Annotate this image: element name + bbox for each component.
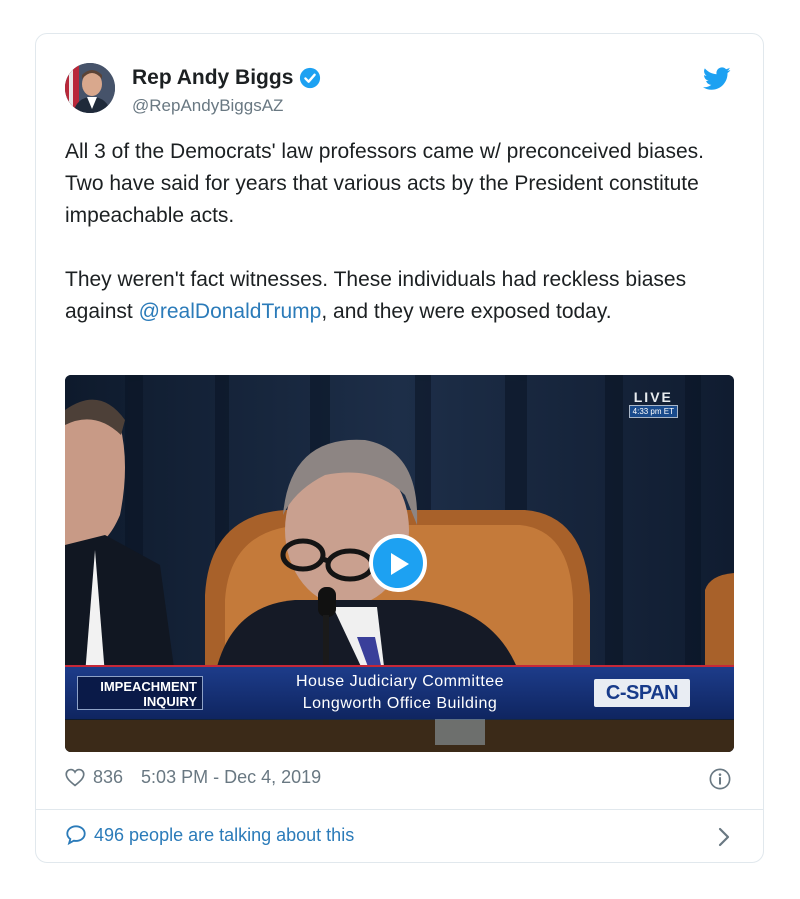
tweet-card: Rep Andy Biggs @RepAndyBiggsAZ All 3 of … bbox=[35, 33, 764, 863]
chevron-right-icon[interactable] bbox=[717, 826, 731, 848]
verified-badge-icon bbox=[300, 67, 321, 89]
committee-line-2: Longworth Office Building bbox=[302, 695, 498, 712]
author-handle[interactable]: @RepAndyBiggsAZ bbox=[132, 96, 283, 116]
tweet-paragraph-2: They weren't fact witnesses. These indiv… bbox=[65, 264, 737, 328]
live-label: LIVE bbox=[633, 389, 673, 405]
info-icon[interactable] bbox=[709, 768, 731, 790]
speech-bubble-icon bbox=[66, 825, 86, 846]
divider bbox=[36, 809, 763, 810]
broadcast-lower-third: IMPEACHMENT INQUIRY House Judiciary Comm… bbox=[65, 665, 734, 719]
author-name[interactable]: Rep Andy Biggs bbox=[132, 66, 293, 90]
video-player[interactable]: LIVE 4:33 pm ET IMPEACHMENT INQUIRY Hous… bbox=[65, 375, 734, 752]
tweet-text-after-mention: , and they were exposed today. bbox=[321, 300, 612, 323]
heart-icon[interactable] bbox=[65, 768, 85, 787]
committee-caption: House Judiciary Committee Longworth Offi… bbox=[260, 671, 540, 715]
mention-link[interactable]: @realDonaldTrump bbox=[139, 300, 322, 323]
tweet-paragraph-1: All 3 of the Democrats' law professors c… bbox=[65, 140, 704, 227]
committee-line-1: House Judiciary Committee bbox=[295, 673, 505, 690]
tweet-timestamp[interactable]: 5:03 PM - Dec 4, 2019 bbox=[141, 767, 321, 788]
conversation-link[interactable]: 496 people are talking about this bbox=[65, 824, 354, 846]
play-icon bbox=[391, 553, 409, 575]
cspan-logo: C-SPAN bbox=[594, 679, 690, 707]
author-name-row[interactable]: Rep Andy Biggs bbox=[132, 66, 321, 90]
twitter-bird-icon[interactable] bbox=[703, 67, 731, 91]
like-count[interactable]: 836 bbox=[93, 767, 123, 788]
tweet-meta: 836 5:03 PM - Dec 4, 2019 bbox=[65, 767, 321, 788]
tweet-text: All 3 of the Democrats' law professors c… bbox=[65, 136, 737, 328]
live-badge: LIVE 4:33 pm ET bbox=[628, 389, 678, 418]
impeachment-label: IMPEACHMENT INQUIRY bbox=[77, 676, 203, 710]
author-avatar[interactable] bbox=[65, 63, 115, 113]
live-time: 4:33 pm ET bbox=[628, 405, 678, 418]
talking-count[interactable]: 496 people are talking about this bbox=[94, 825, 354, 846]
play-button[interactable] bbox=[369, 534, 427, 592]
